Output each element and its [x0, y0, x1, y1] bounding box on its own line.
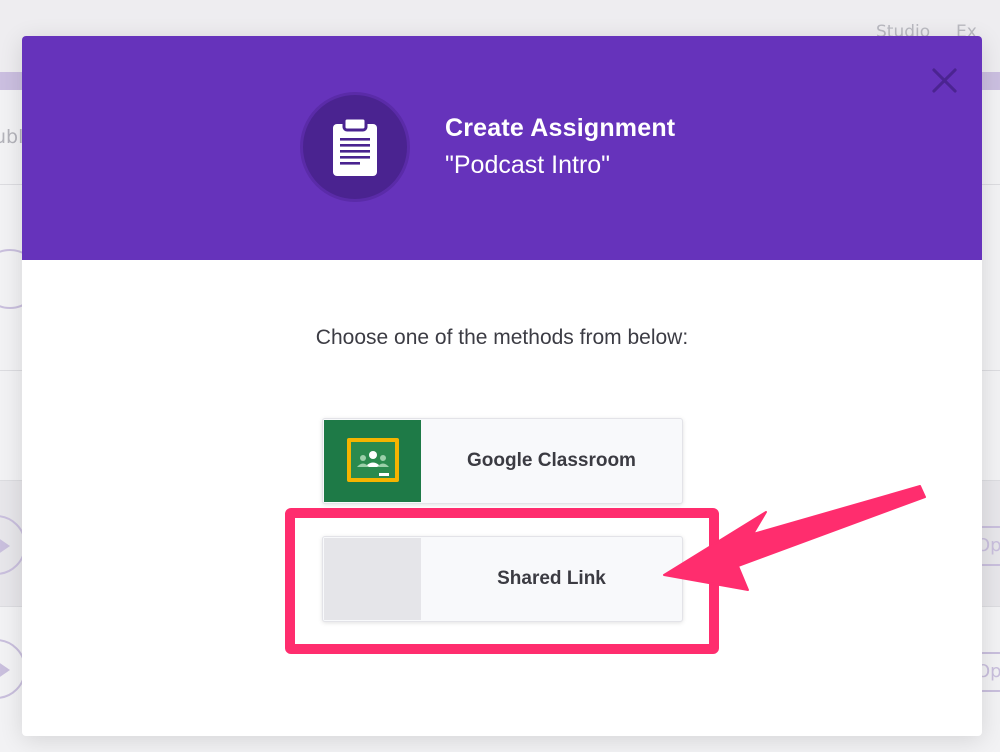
annotation-arrow	[663, 485, 926, 591]
